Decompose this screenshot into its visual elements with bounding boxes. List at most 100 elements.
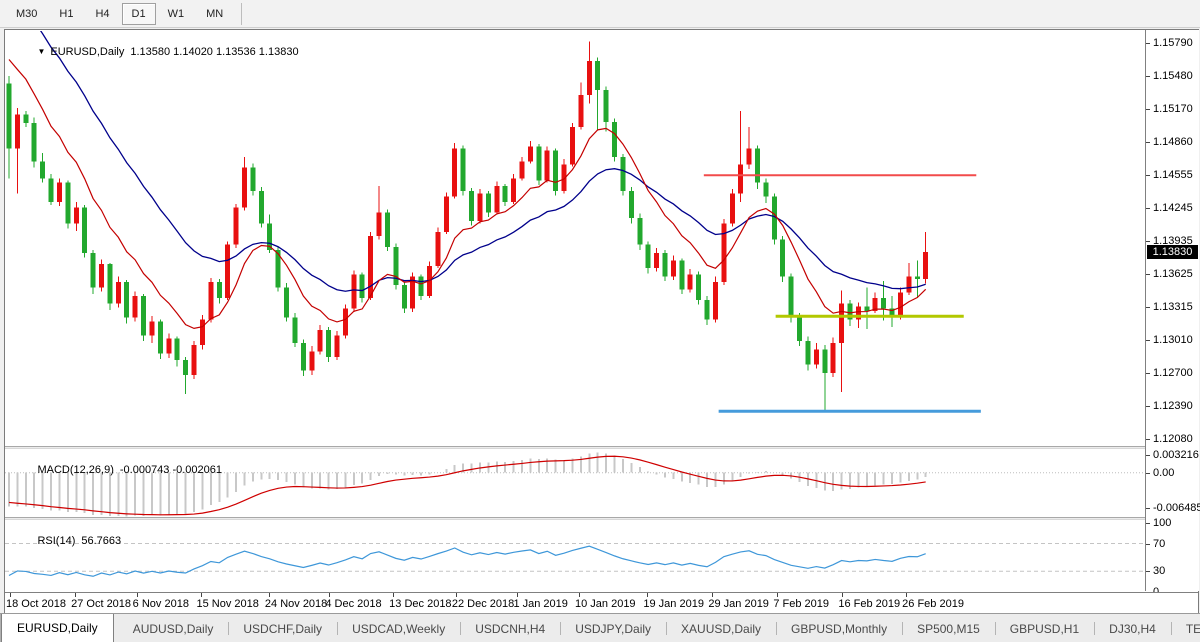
axis-tick-mark xyxy=(1146,455,1150,456)
main-chart-pane[interactable]: ▼ EURUSD,Daily 1.13580 1.14020 1.13536 1.1… xyxy=(5,31,1145,446)
tab-dj30-h4[interactable]: DJ30,H4 xyxy=(1094,614,1171,642)
tab-gbpusd-h1[interactable]: GBPUSD,H1 xyxy=(995,614,1094,642)
axis-tick-mark xyxy=(1146,142,1150,143)
macd-tick-label: 0.00 xyxy=(1153,467,1174,479)
date-label: 4 Dec 2018 xyxy=(325,598,381,610)
axis-tick-mark xyxy=(1146,508,1150,509)
date-label: 24 Nov 2018 xyxy=(265,598,327,610)
price-axis[interactable]: 1.157901.154801.151701.148601.145551.142… xyxy=(1145,30,1199,591)
date-label: 1 Jan 2019 xyxy=(513,598,567,610)
axis-tick-mark xyxy=(1146,241,1150,242)
macd-values: -0.000743 -0.002061 xyxy=(120,464,222,476)
symbol-tab-strip: EURUSD,Daily AUDUSD,Daily USDCHF,Daily U… xyxy=(0,613,1200,642)
rsi-tick-label: 70 xyxy=(1153,538,1165,550)
rsi-label: RSI(14)56.7663 xyxy=(13,523,121,559)
macd-pane[interactable]: MACD(12,26,9)-0.000743 -0.002061 xyxy=(5,449,1145,517)
tab-gbpusd-monthly[interactable]: GBPUSD,Monthly xyxy=(776,614,902,642)
date-label: 13 Dec 2018 xyxy=(389,598,451,610)
date-tick-mark xyxy=(777,593,778,597)
price-tick-label: 1.12700 xyxy=(1153,367,1193,379)
axis-tick-mark xyxy=(1146,175,1150,176)
current-price-badge: 1.13830 xyxy=(1147,245,1198,259)
date-label: 6 Nov 2018 xyxy=(133,598,189,610)
date-tick-mark xyxy=(579,593,580,597)
timeframe-button-h4[interactable]: H4 xyxy=(85,3,119,25)
date-label: 7 Feb 2019 xyxy=(773,598,829,610)
date-label: 16 Feb 2019 xyxy=(838,598,900,610)
price-tick-label: 1.14860 xyxy=(1153,136,1193,148)
date-tick-mark xyxy=(10,593,11,597)
chart-header: ▼ EURUSD,Daily 1.13580 1.14020 1.13536 1.1… xyxy=(13,34,299,70)
date-tick-mark xyxy=(201,593,202,597)
timeframe-button-w1[interactable]: W1 xyxy=(158,3,195,25)
date-label: 18 Oct 2018 xyxy=(6,598,66,610)
axis-tick-mark xyxy=(1146,373,1150,374)
rsi-tick-label: 100 xyxy=(1153,517,1171,529)
date-label: 10 Jan 2019 xyxy=(575,598,636,610)
date-label: 15 Nov 2018 xyxy=(197,598,259,610)
timeframe-button-mn[interactable]: MN xyxy=(196,3,233,25)
toolbar-separator xyxy=(241,3,242,25)
price-tick-label: 1.12390 xyxy=(1153,400,1193,412)
axis-tick-mark xyxy=(1146,439,1150,440)
symbol-label: EURUSD,Daily xyxy=(50,46,124,58)
date-label: 26 Feb 2019 xyxy=(902,598,964,610)
price-tick-label: 1.15170 xyxy=(1153,103,1193,115)
date-tick-mark xyxy=(647,593,648,597)
price-tick-label: 1.13625 xyxy=(1153,268,1193,280)
date-label: 29 Jan 2019 xyxy=(708,598,769,610)
date-tick-mark xyxy=(393,593,394,597)
price-tick-label: 1.14555 xyxy=(1153,169,1193,181)
price-tick-label: 1.13010 xyxy=(1153,334,1193,346)
price-tick-label: 1.12080 xyxy=(1153,433,1193,445)
axis-tick-mark xyxy=(1146,406,1150,407)
ohlc-values: 1.13580 1.14020 1.13536 1.13830 xyxy=(130,46,298,58)
date-tick-mark xyxy=(456,593,457,597)
candlestick-chart[interactable] xyxy=(5,31,1145,446)
axis-tick-mark xyxy=(1146,274,1150,275)
axis-tick-mark xyxy=(1146,571,1150,572)
tab-eurusd-daily[interactable]: EURUSD,Daily xyxy=(1,614,114,642)
axis-tick-mark xyxy=(1146,208,1150,209)
tab-xauusd-daily[interactable]: XAUUSD,Daily xyxy=(666,614,776,642)
date-tick-mark xyxy=(712,593,713,597)
rsi-chart[interactable] xyxy=(5,520,1145,592)
timeframe-toolbar: M30 H1 H4 D1 W1 MN xyxy=(0,0,1200,28)
macd-label: MACD(12,26,9)-0.000743 -0.002061 xyxy=(13,452,222,488)
date-tick-mark xyxy=(329,593,330,597)
date-tick-mark xyxy=(269,593,270,597)
price-tick-label: 1.15790 xyxy=(1153,37,1193,49)
rsi-pane[interactable]: RSI(14)56.7663 xyxy=(5,520,1145,592)
trading-terminal: M30 H1 H4 D1 W1 MN ▼ EURUSD,Daily 1.13580 … xyxy=(0,0,1200,642)
date-tick-mark xyxy=(517,593,518,597)
rsi-tick-label: 30 xyxy=(1153,565,1165,577)
tab-sp500-m15[interactable]: SP500,M15 xyxy=(902,614,995,642)
axis-tick-mark xyxy=(1146,307,1150,308)
date-tick-mark xyxy=(842,593,843,597)
date-axis[interactable]: 18 Oct 2018 27 Oct 20186 Nov 2018 15 Nov 2… xyxy=(5,592,1198,614)
tab-tech100[interactable]: TECH100,H xyxy=(1171,614,1200,642)
tab-usdcad-weekly[interactable]: USDCAD,Weekly xyxy=(337,614,460,642)
date-tick-mark xyxy=(906,593,907,597)
axis-tick-mark xyxy=(1146,340,1150,341)
symbol-dropdown-icon[interactable]: ▼ xyxy=(37,47,45,56)
tab-usdjpy-daily[interactable]: USDJPY,Daily xyxy=(560,614,666,642)
timeframe-button-d1[interactable]: D1 xyxy=(122,3,156,25)
date-label: 22 Dec 2018 xyxy=(452,598,514,610)
date-tick-mark xyxy=(137,593,138,597)
date-tick-mark xyxy=(75,593,76,597)
axis-tick-mark xyxy=(1146,523,1150,524)
tab-audusd-daily[interactable]: AUDUSD,Daily xyxy=(118,614,229,642)
date-label: 19 Jan 2019 xyxy=(643,598,704,610)
axis-tick-mark xyxy=(1146,43,1150,44)
tab-usdcnh-h4[interactable]: USDCNH,H4 xyxy=(460,614,560,642)
rsi-value: 56.7663 xyxy=(81,535,121,547)
timeframe-button-m30[interactable]: M30 xyxy=(6,3,47,25)
timeframe-button-h1[interactable]: H1 xyxy=(49,3,83,25)
tab-usdchf-daily[interactable]: USDCHF,Daily xyxy=(228,614,337,642)
axis-tick-mark xyxy=(1146,76,1150,77)
price-tick-label: 1.14245 xyxy=(1153,202,1193,214)
date-label: 27 Oct 2018 xyxy=(71,598,131,610)
axis-tick-mark xyxy=(1146,109,1150,110)
axis-tick-mark xyxy=(1146,473,1150,474)
